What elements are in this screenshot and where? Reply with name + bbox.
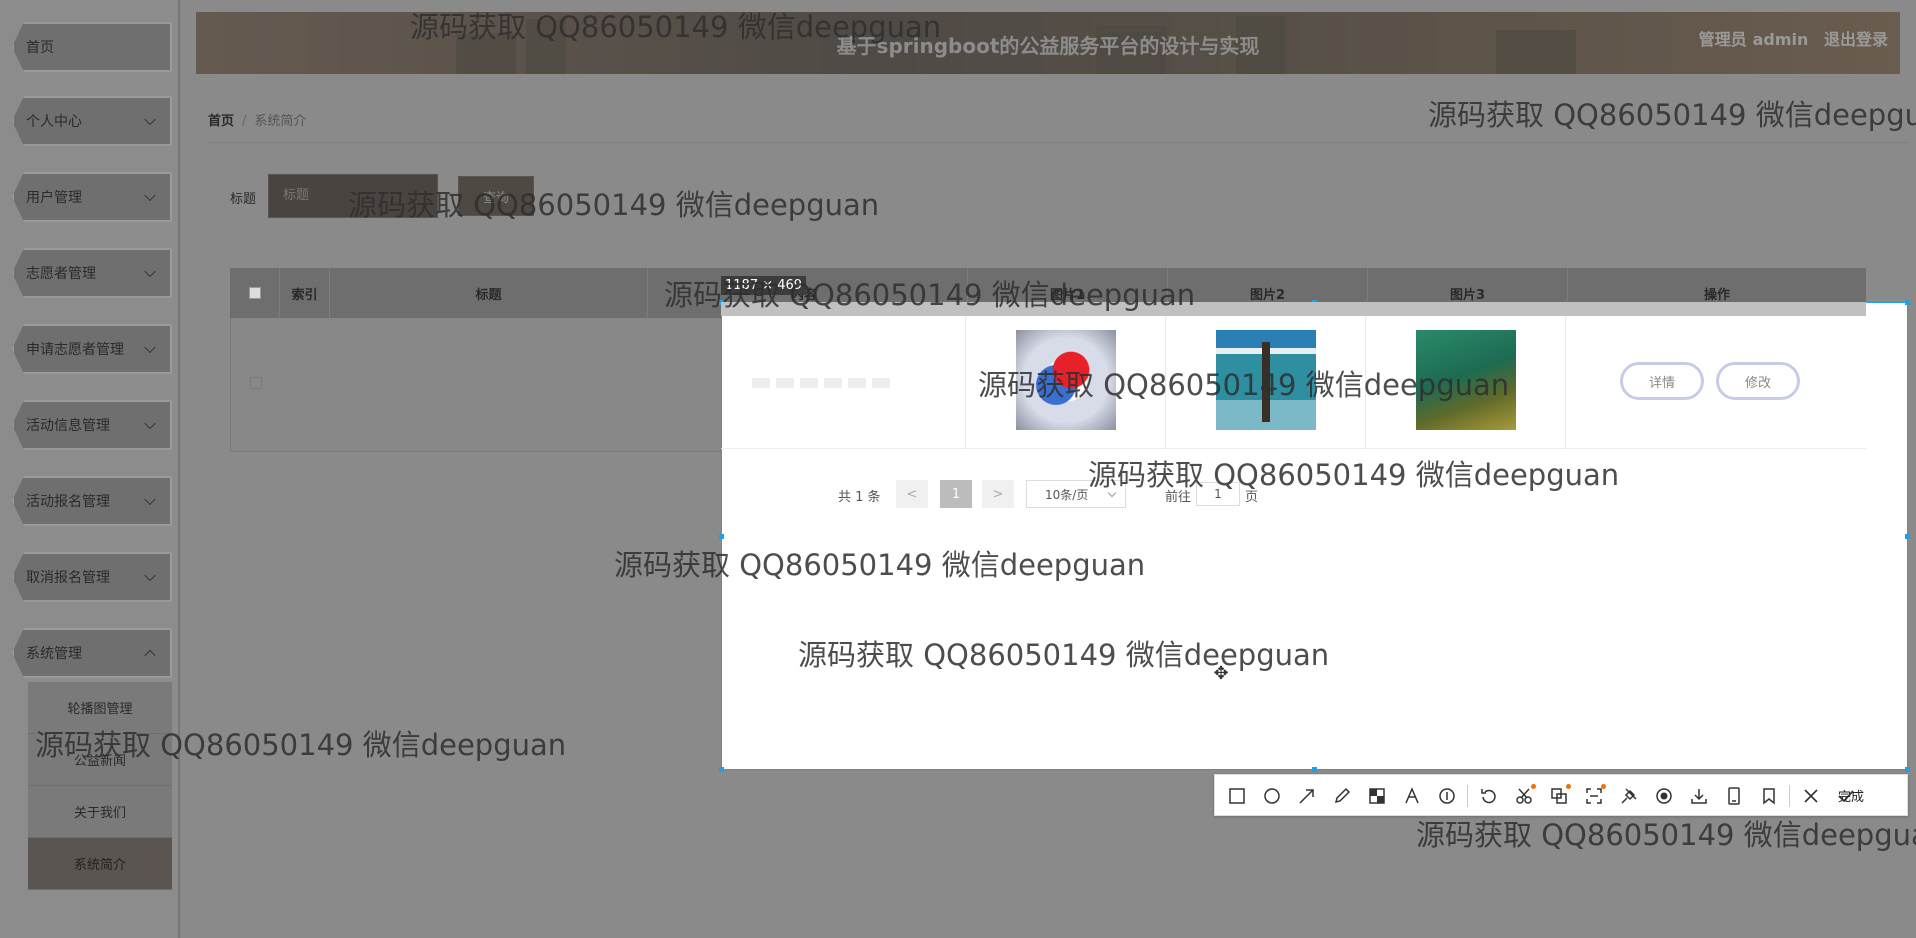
page-number[interactable]: 1 [940, 480, 972, 508]
bookmark-icon[interactable] [1759, 786, 1779, 806]
scissors-icon[interactable] [1514, 784, 1536, 806]
record-icon[interactable] [1654, 786, 1674, 806]
watermark-text: 源码获取 QQ86050149 微信deepguan [1428, 98, 1916, 132]
undo-icon[interactable] [1479, 786, 1499, 806]
watermark-text: 源码获取 QQ86050149 微信deepguan [978, 368, 1510, 402]
sidebar-item-home[interactable]: 首页 [12, 22, 172, 72]
breadcrumb-separator: / [242, 114, 247, 129]
sidebar-item-cancellations[interactable]: 取消报名管理 [12, 552, 172, 602]
toolbar-separator [1467, 785, 1468, 807]
resize-handle[interactable] [1905, 534, 1910, 539]
sidebar-item-profile[interactable]: 个人中心 [12, 96, 172, 146]
sidebar-item-system[interactable]: 系统管理 [12, 628, 172, 678]
rect-icon[interactable] [1227, 786, 1247, 806]
sidebar-item-activities[interactable]: 活动信息管理 [12, 400, 172, 450]
column-header: 标题 [330, 268, 648, 318]
chevron-down-icon [144, 189, 156, 202]
sidebar: 首页 个人中心 用户管理 志愿者管理 申请志愿者管理 活动信息管理 活动报名管理… [0, 0, 180, 938]
new-badge-dot [1531, 784, 1536, 789]
sidebar-item-label: 首页 [26, 40, 54, 56]
user-area: 管理员 admin 退出登录 [1693, 26, 1888, 50]
blurred-content-text [752, 378, 892, 388]
ocr-icon[interactable] [1584, 784, 1606, 806]
resize-handle[interactable] [1312, 767, 1317, 772]
sidebar-item-registrations[interactable]: 活动报名管理 [12, 476, 172, 526]
chevron-down-icon [144, 493, 156, 506]
chevron-down-icon [144, 341, 156, 354]
new-badge-dot [1566, 784, 1571, 789]
watermark-text: 源码获取 QQ86050149 微信deepguan [798, 638, 1330, 672]
select-all-cell[interactable] [230, 268, 280, 318]
sidebar-item-volunteer-applications[interactable]: 申请志愿者管理 [12, 324, 172, 374]
circle-icon[interactable] [1262, 786, 1282, 806]
arrow-icon[interactable] [1297, 786, 1317, 806]
column-header: 索引 [280, 268, 330, 318]
resize-handle[interactable] [719, 534, 724, 539]
breadcrumb-home[interactable]: 首页 [208, 114, 234, 129]
sidebar-item-label: 系统管理 [26, 646, 82, 662]
breadcrumb: 首页 / 系统简介 [208, 110, 306, 129]
close-icon[interactable] [1801, 786, 1821, 806]
sidebar-item-label: 活动报名管理 [26, 494, 110, 510]
submenu-item-about[interactable]: 关于我们 [28, 786, 172, 838]
column-divider [1565, 316, 1566, 449]
mobile-icon[interactable] [1724, 786, 1744, 806]
sidebar-item-label: 取消报名管理 [26, 570, 110, 586]
watermark-text: 源码获取 QQ86050149 微信deepguan [1416, 818, 1916, 852]
edit-button[interactable]: 修改 [1716, 362, 1800, 400]
new-badge-dot [1601, 784, 1606, 789]
prev-page-button[interactable]: < [896, 480, 928, 508]
chevron-up-icon [144, 649, 156, 662]
chevron-down-icon [144, 569, 156, 582]
sidebar-item-label: 申请志愿者管理 [26, 342, 124, 358]
column-divider [965, 316, 966, 449]
sidebar-item-label: 用户管理 [26, 190, 82, 206]
mosaic-icon[interactable] [1367, 786, 1387, 806]
username: admin [1752, 30, 1809, 49]
chevron-down-icon [144, 417, 156, 430]
search-label: 标题 [230, 192, 257, 207]
download-icon[interactable] [1689, 786, 1709, 806]
submenu-item-intro[interactable]: 系统简介 [28, 838, 172, 890]
sidebar-item-label: 志愿者管理 [26, 266, 96, 282]
watermark-text: 源码获取 QQ86050149 微信deepguan [410, 10, 942, 44]
logout-link[interactable]: 退出登录 [1824, 30, 1888, 49]
detail-button[interactable]: 详情 [1620, 362, 1704, 400]
pin-icon[interactable] [1619, 786, 1639, 806]
toolbar-separator [1789, 785, 1790, 807]
chevron-down-icon [144, 265, 156, 278]
row-checkbox[interactable] [250, 377, 262, 389]
number-icon[interactable] [1437, 786, 1457, 806]
chevron-down-icon [144, 113, 156, 126]
next-page-button[interactable]: > [982, 480, 1014, 508]
select-all-checkbox[interactable] [248, 287, 261, 299]
watermark-text: 源码获取 QQ86050149 微信deepguan [614, 548, 1146, 582]
text-icon[interactable] [1402, 786, 1422, 806]
resize-handle[interactable] [1905, 767, 1910, 772]
sidebar-item-label: 个人中心 [26, 114, 82, 130]
system-submenu: 轮播图管理 公益新闻 关于我们 系统简介 [28, 682, 172, 890]
done-button[interactable]: 完成 [1838, 786, 1864, 805]
sidebar-item-volunteers[interactable]: 志愿者管理 [12, 248, 172, 298]
watermark-text: 源码获取 QQ86050149 微信deepguan [1088, 458, 1620, 492]
user-role: 管理员 [1698, 30, 1747, 49]
resize-handle[interactable] [719, 767, 724, 772]
translate-icon[interactable] [1549, 784, 1571, 806]
screenshot-toolbar [1214, 774, 1908, 816]
sidebar-item-label: 活动信息管理 [26, 418, 110, 434]
watermark-text: 源码获取 QQ86050149 微信deepguan [348, 188, 880, 222]
watermark-text: 源码获取 QQ86050149 微信deepguan [664, 278, 1196, 312]
pagination-total: 共 1 条 [838, 490, 881, 505]
breadcrumb-current: 系统简介 [254, 114, 307, 129]
watermark-text: 源码获取 QQ86050149 微信deepguan [35, 728, 567, 762]
sidebar-item-users[interactable]: 用户管理 [12, 172, 172, 222]
resize-handle[interactable] [1905, 300, 1910, 305]
page-size-value: 10条/页 [1045, 487, 1089, 502]
divider [208, 142, 1908, 143]
pen-icon[interactable] [1332, 786, 1352, 806]
